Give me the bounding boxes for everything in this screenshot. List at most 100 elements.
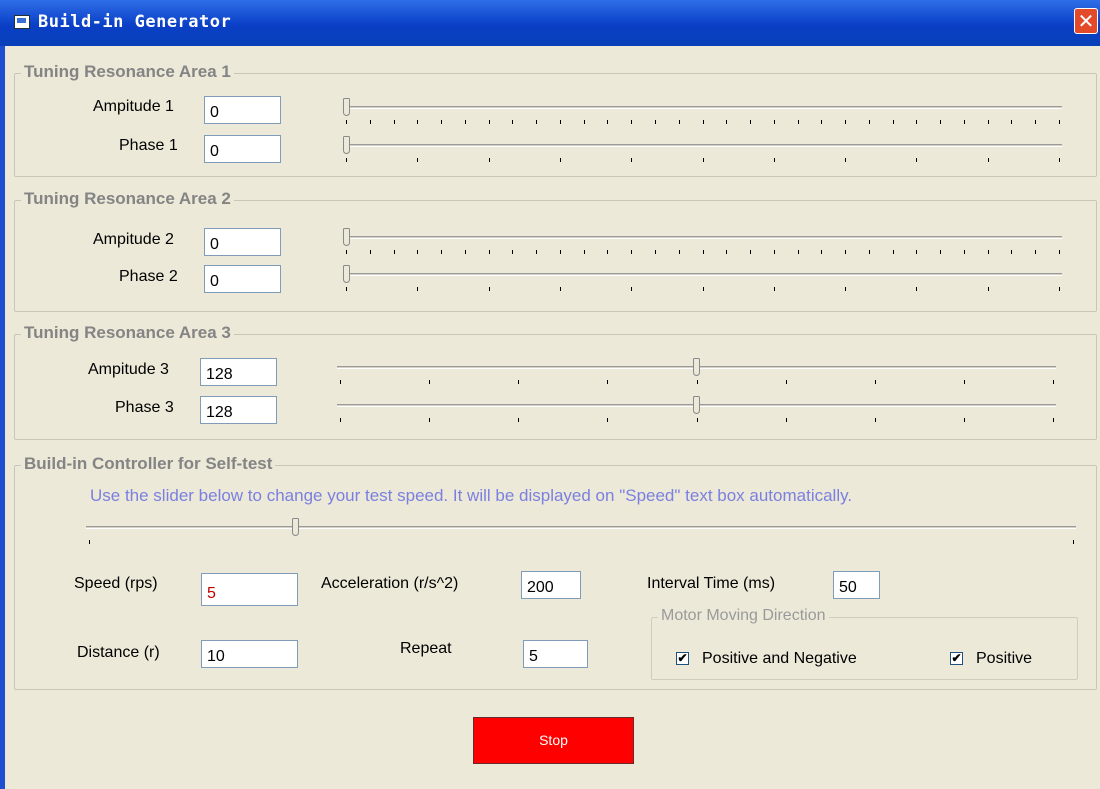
slider-tick [489,287,490,291]
amplitude-3-input[interactable] [200,358,277,386]
slider-tick [441,120,442,124]
slider-tick [786,380,787,384]
window-border [0,46,5,789]
slider-thumb[interactable] [343,136,350,154]
slider-tick [916,158,917,162]
slider-tick [607,250,608,254]
slider-tick [845,158,846,162]
distance-input[interactable] [201,640,298,668]
amplitude-2-slider[interactable] [343,228,1062,264]
slider-tick [465,120,466,124]
phase-3-slider[interactable] [337,396,1056,432]
slider-tick [821,250,822,254]
build-in-generator-window: Build-in Generator ✕ Tuning Resonance Ar… [0,0,1100,789]
slider-tick [1059,287,1060,291]
positive-and-negative-label[interactable]: Positive and Negative [702,650,857,668]
slider-tick [940,250,941,254]
slider-tick [1059,250,1060,254]
positive-checkbox[interactable]: ✔ [950,652,963,665]
slider-thumb[interactable] [343,265,350,283]
slider-tick [489,120,490,124]
slider-tick [631,250,632,254]
slider-tick [869,250,870,254]
slider-thumb[interactable] [693,358,700,376]
slider-thumb[interactable] [693,396,700,414]
slider-tick [1059,158,1060,162]
speed-input[interactable] [201,573,298,606]
slider-thumb[interactable] [292,518,299,536]
speed-slider[interactable] [86,518,1076,554]
phase-2-slider[interactable] [343,265,1062,301]
acceleration-input[interactable] [521,571,581,599]
amplitude-3-slider[interactable] [337,358,1056,394]
slider-tick [988,250,989,254]
slider-tick [697,380,698,384]
motor-direction-group: Motor Moving Direction [651,607,1078,680]
amplitude-2-input[interactable] [204,228,281,256]
positive-and-negative-checkbox[interactable]: ✔ [676,652,689,665]
tuning-area-2-title: Tuning Resonance Area 2 [21,189,234,209]
slider-tick [655,250,656,254]
amplitude-1-slider[interactable] [343,98,1062,134]
speed-label: Speed (rps) [74,575,158,592]
slider-tick [845,250,846,254]
interval-time-input[interactable] [833,571,880,599]
tuning-area-1-title: Tuning Resonance Area 1 [21,62,234,82]
slider-tick [441,250,442,254]
repeat-label: Repeat [400,640,452,657]
slider-track [86,526,1076,529]
slider-tick [869,120,870,124]
slider-tick [346,250,347,254]
slider-tick [703,120,704,124]
slider-tick [346,287,347,291]
slider-tick [1011,250,1012,254]
slider-tick [560,287,561,291]
phase-3-label: Phase 3 [115,399,174,416]
phase-1-input[interactable] [204,135,281,163]
title-bar[interactable]: Build-in Generator ✕ [0,0,1100,46]
self-test-controller-title: Build-in Controller for Self-test [21,454,276,474]
slider-tick [560,120,561,124]
positive-label[interactable]: Positive [976,650,1032,668]
slider-tick [489,158,490,162]
slider-tick [821,120,822,124]
slider-thumb[interactable] [343,228,350,246]
slider-tick [988,287,989,291]
slider-thumb[interactable] [343,98,350,116]
repeat-input[interactable] [523,640,588,668]
slider-tick [417,158,418,162]
slider-tick [703,158,704,162]
phase-2-label: Phase 2 [119,268,178,285]
slider-tick [518,418,519,422]
slider-track [343,236,1062,239]
phase-1-slider[interactable] [343,136,1062,172]
slider-tick [703,250,704,254]
checkmark-icon: ✔ [951,651,962,665]
slider-tick [798,120,799,124]
amplitude-2-label: Ampitude 2 [93,231,174,248]
slider-tick [607,418,608,422]
slider-tick [340,380,341,384]
slider-tick [916,250,917,254]
slider-tick [964,120,965,124]
slider-track [343,106,1062,109]
slider-tick [703,287,704,291]
slider-tick [512,250,513,254]
speed-slider-hint: Use the slider below to change your test… [90,486,853,505]
slider-tick [631,287,632,291]
phase-2-input[interactable] [204,265,281,293]
slider-tick [560,250,561,254]
slider-tick [631,158,632,162]
slider-tick [536,250,537,254]
checkmark-icon: ✔ [677,651,688,665]
slider-tick [370,120,371,124]
slider-tick [346,120,347,124]
stop-button[interactable]: Stop [473,717,634,764]
slider-tick [655,120,656,124]
close-button[interactable]: ✕ [1074,8,1098,34]
slider-tick [1059,120,1060,124]
amplitude-1-input[interactable] [204,96,281,124]
slider-tick [417,120,418,124]
phase-3-input[interactable] [200,396,277,424]
slider-tick [489,250,490,254]
